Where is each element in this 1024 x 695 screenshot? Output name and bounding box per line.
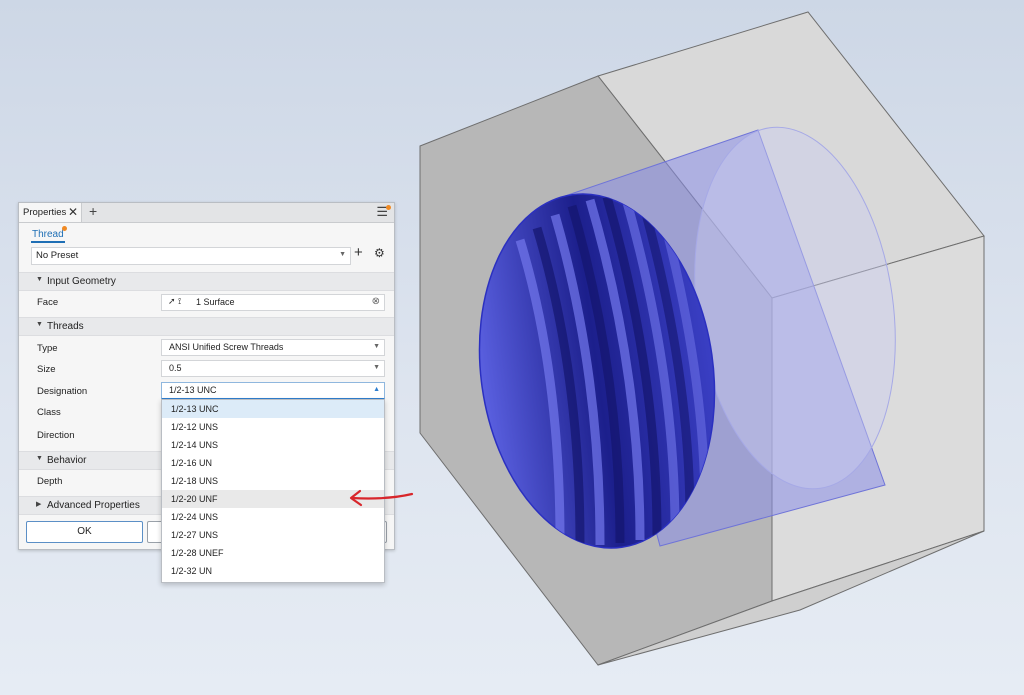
chevron-down-icon: ▼ (373, 364, 380, 371)
notification-dot-icon (386, 205, 391, 210)
section-threads[interactable]: ▼ Threads (19, 317, 394, 336)
option-label: 1/2-16 UN (171, 458, 213, 468)
size-select[interactable]: 0.5 ▼ (161, 360, 385, 377)
annotation-arrow-icon (349, 489, 414, 507)
section-label: Advanced Properties (47, 500, 140, 511)
close-icon[interactable]: ✕ (68, 205, 78, 219)
clear-icon[interactable]: ⊗ (372, 296, 380, 307)
size-label: Size (37, 364, 56, 375)
designation-value: 1/2-13 UNC (169, 385, 217, 395)
type-value: ANSI Unified Screw Threads (169, 342, 284, 352)
ok-button[interactable]: OK (26, 521, 143, 543)
collapse-arrow-icon: ▼ (36, 455, 43, 462)
option-label: 1/2-18 UNS (171, 476, 219, 486)
class-label: Class (37, 407, 61, 418)
expand-arrow-icon: ▶ (36, 501, 42, 508)
dropdown-option[interactable]: 1/2-13 UNC (162, 400, 384, 418)
section-label: Threads (47, 321, 84, 332)
add-preset-icon[interactable]: + (354, 244, 363, 261)
option-label: 1/2-13 UNC (171, 404, 219, 414)
dropdown-option[interactable]: 1/2-27 UNS (162, 526, 384, 544)
type-label: Type (37, 343, 58, 354)
face-value: 1 Surface (196, 297, 235, 307)
option-label: 1/2-12 UNS (171, 422, 219, 432)
type-select[interactable]: ANSI Unified Screw Threads ▼ (161, 339, 385, 356)
tab-properties-label: Properties (23, 207, 67, 218)
preset-select[interactable]: No Preset ▼ (31, 247, 351, 265)
select-cursor-icon: ➚ ⟟ (168, 296, 182, 306)
preset-value: No Preset (36, 250, 79, 261)
dropdown-option[interactable]: 1/2-24 UNS (162, 508, 384, 526)
tab-properties[interactable]: Properties ✕ (19, 203, 82, 222)
tab-thread[interactable]: Thread (31, 229, 65, 243)
add-tab-icon[interactable]: + (89, 203, 97, 219)
dropdown-option[interactable]: 1/2-16 UN (162, 454, 384, 472)
option-label: 1/2-32 UN (171, 566, 213, 576)
collapse-arrow-icon: ▼ (36, 321, 43, 328)
designation-label: Designation (37, 386, 88, 397)
designation-select[interactable]: 1/2-13 UNC ▲ (161, 382, 385, 400)
chevron-down-icon: ▲ (373, 386, 380, 393)
direction-label: Direction (37, 430, 75, 441)
dropdown-option[interactable]: 1/2-12 UNS (162, 418, 384, 436)
notification-dot-icon (62, 226, 67, 231)
collapse-arrow-icon: ▼ (36, 276, 43, 283)
option-label: 1/2-24 UNS (171, 512, 219, 522)
gear-icon[interactable]: ⚙ (374, 246, 385, 260)
section-input-geometry[interactable]: ▼ Input Geometry (19, 272, 394, 291)
section-label: Input Geometry (47, 276, 116, 287)
chevron-down-icon: ▼ (373, 343, 380, 350)
option-label: 1/2-27 UNS (171, 530, 219, 540)
section-label: Behavior (47, 455, 87, 466)
option-label: 1/2-14 UNS (171, 440, 219, 450)
dropdown-option[interactable]: 1/2-28 UNEF (162, 544, 384, 562)
panel-tab-bar: Properties ✕ + ☰ (19, 203, 394, 223)
chevron-down-icon: ▼ (339, 251, 346, 258)
ok-button-label: OK (77, 526, 92, 537)
dropdown-option[interactable]: 1/2-14 UNS (162, 436, 384, 454)
hex-nut[interactable] (419, 11, 985, 666)
face-label: Face (37, 297, 59, 308)
size-value: 0.5 (169, 363, 182, 373)
dropdown-option[interactable]: 1/2-32 UN (162, 562, 384, 580)
option-label: 1/2-28 UNEF (171, 548, 224, 558)
option-label: 1/2-20 UNF (171, 494, 218, 504)
face-selector[interactable]: ➚ ⟟ 1 Surface ⊗ (161, 294, 385, 311)
depth-label: Depth (37, 476, 63, 487)
